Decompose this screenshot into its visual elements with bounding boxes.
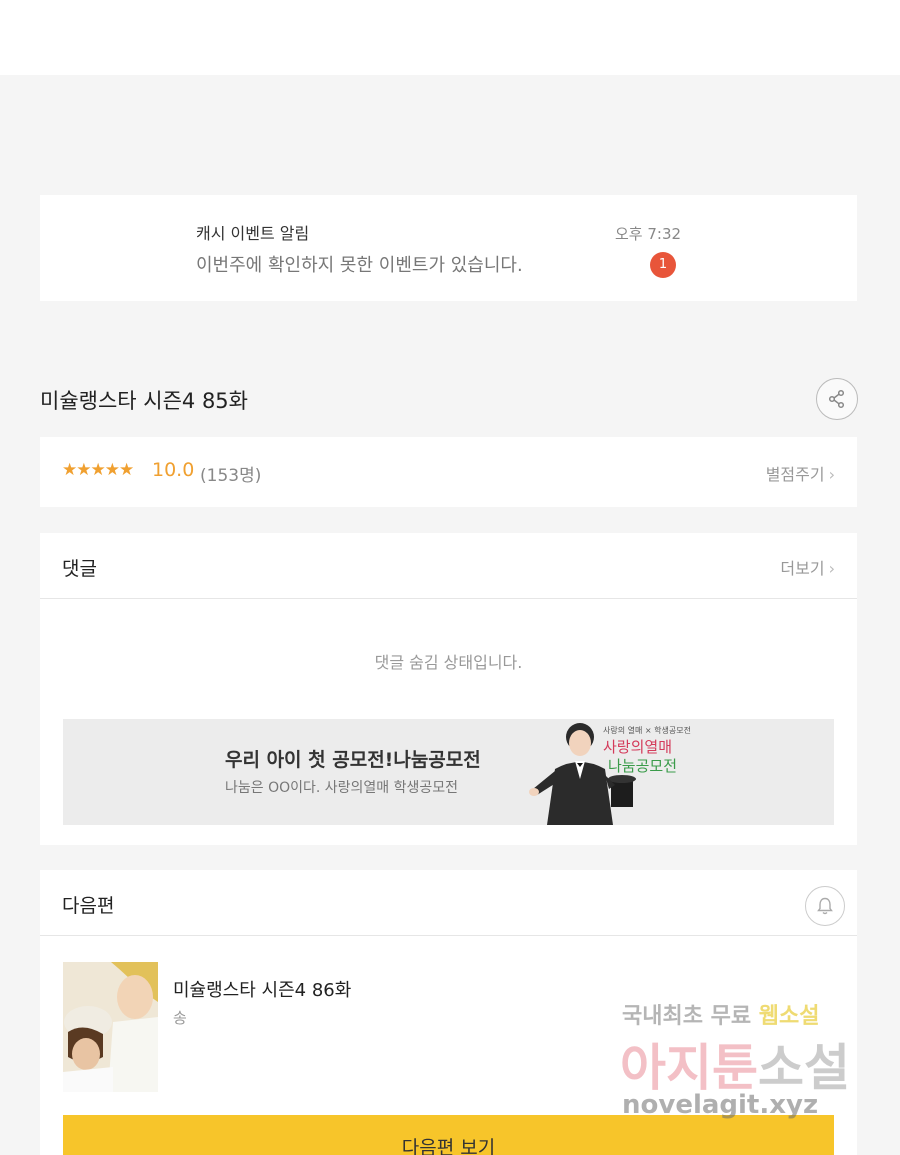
next-episode-title[interactable]: 미슐랭스타 시즌4 86화 bbox=[173, 976, 351, 1002]
rating-card: ★★★★★ 10.0 (153명) 별점주기 › bbox=[40, 437, 857, 507]
rate-button[interactable]: 별점주기 › bbox=[766, 461, 835, 485]
rating-stars: ★★★★★ bbox=[62, 460, 134, 480]
share-button[interactable] bbox=[816, 378, 858, 420]
chevron-right-icon: › bbox=[828, 465, 835, 484]
watermark-line2-b: 소설 bbox=[758, 1039, 850, 1097]
comments-more-button[interactable]: 더보기 › bbox=[780, 555, 835, 579]
banner-subtitle: 나눔은 OO이다. 사랑의열매 학생공모전 bbox=[225, 780, 459, 796]
bell-icon bbox=[817, 897, 833, 915]
notify-button[interactable] bbox=[805, 886, 845, 926]
comments-card: 댓글 더보기 › 댓글 숨김 상태입니다. 우리 아이 첫 공모전!나눔공모전 나… bbox=[40, 533, 857, 845]
next-episode-heading: 다음편 bbox=[62, 895, 115, 917]
next-episode-header: 다음편 bbox=[40, 870, 857, 936]
watermark-line1: 국내최초 무료 웹소설 bbox=[622, 998, 820, 1030]
banner-logo-line2: 나눔공모전 bbox=[608, 757, 678, 775]
next-episode-thumbnail[interactable] bbox=[63, 962, 158, 1092]
comments-header: 댓글 더보기 › bbox=[40, 533, 857, 599]
banner-logo-line1: 사랑의열매 bbox=[603, 738, 673, 756]
notification-title: 캐시 이벤트 알림 bbox=[196, 224, 310, 243]
comments-title: 댓글 bbox=[62, 558, 97, 580]
chevron-right-icon: › bbox=[828, 559, 835, 578]
share-icon bbox=[828, 389, 845, 409]
watermark-line1-a: 국내최초 무료 bbox=[622, 1004, 759, 1029]
banner-small-text: 사랑의 열매 × 학생공모전 bbox=[603, 726, 691, 735]
watermark-line1-b: 웹소설 bbox=[758, 1004, 820, 1029]
notification-badge: 1 bbox=[650, 252, 676, 278]
next-episode-author: 송 bbox=[173, 1009, 187, 1027]
notification-time: 오후 7:32 bbox=[615, 225, 682, 243]
watermark-line2-a: 아지툰 bbox=[620, 1039, 758, 1097]
comments-more-label: 더보기 bbox=[780, 559, 825, 578]
watermark-line3: novelagit.xyz bbox=[622, 1090, 819, 1120]
ad-banner[interactable]: 우리 아이 첫 공모전!나눔공모전 나눔은 OO이다. 사랑의열매 학생공모전 … bbox=[63, 719, 834, 825]
notification-card[interactable]: 캐시 이벤트 알림 이번주에 확인하지 못한 이벤트가 있습니다. 오후 7:3… bbox=[40, 195, 857, 301]
rating-score: 10.0 bbox=[152, 459, 195, 481]
episode-title: 미슐랭스타 시즌4 85화 bbox=[40, 389, 248, 413]
comments-hidden-message: 댓글 숨김 상태입니다. bbox=[374, 653, 523, 672]
thumbnail-image bbox=[63, 962, 158, 1092]
rating-count: (153명) bbox=[200, 466, 262, 486]
rate-button-label: 별점주기 bbox=[765, 465, 825, 484]
banner-title: 우리 아이 첫 공모전!나눔공모전 bbox=[225, 749, 481, 771]
view-next-button[interactable]: 다음편 보기 bbox=[63, 1115, 834, 1155]
notification-body: 이번주에 확인하지 못한 이벤트가 있습니다. bbox=[196, 255, 523, 276]
